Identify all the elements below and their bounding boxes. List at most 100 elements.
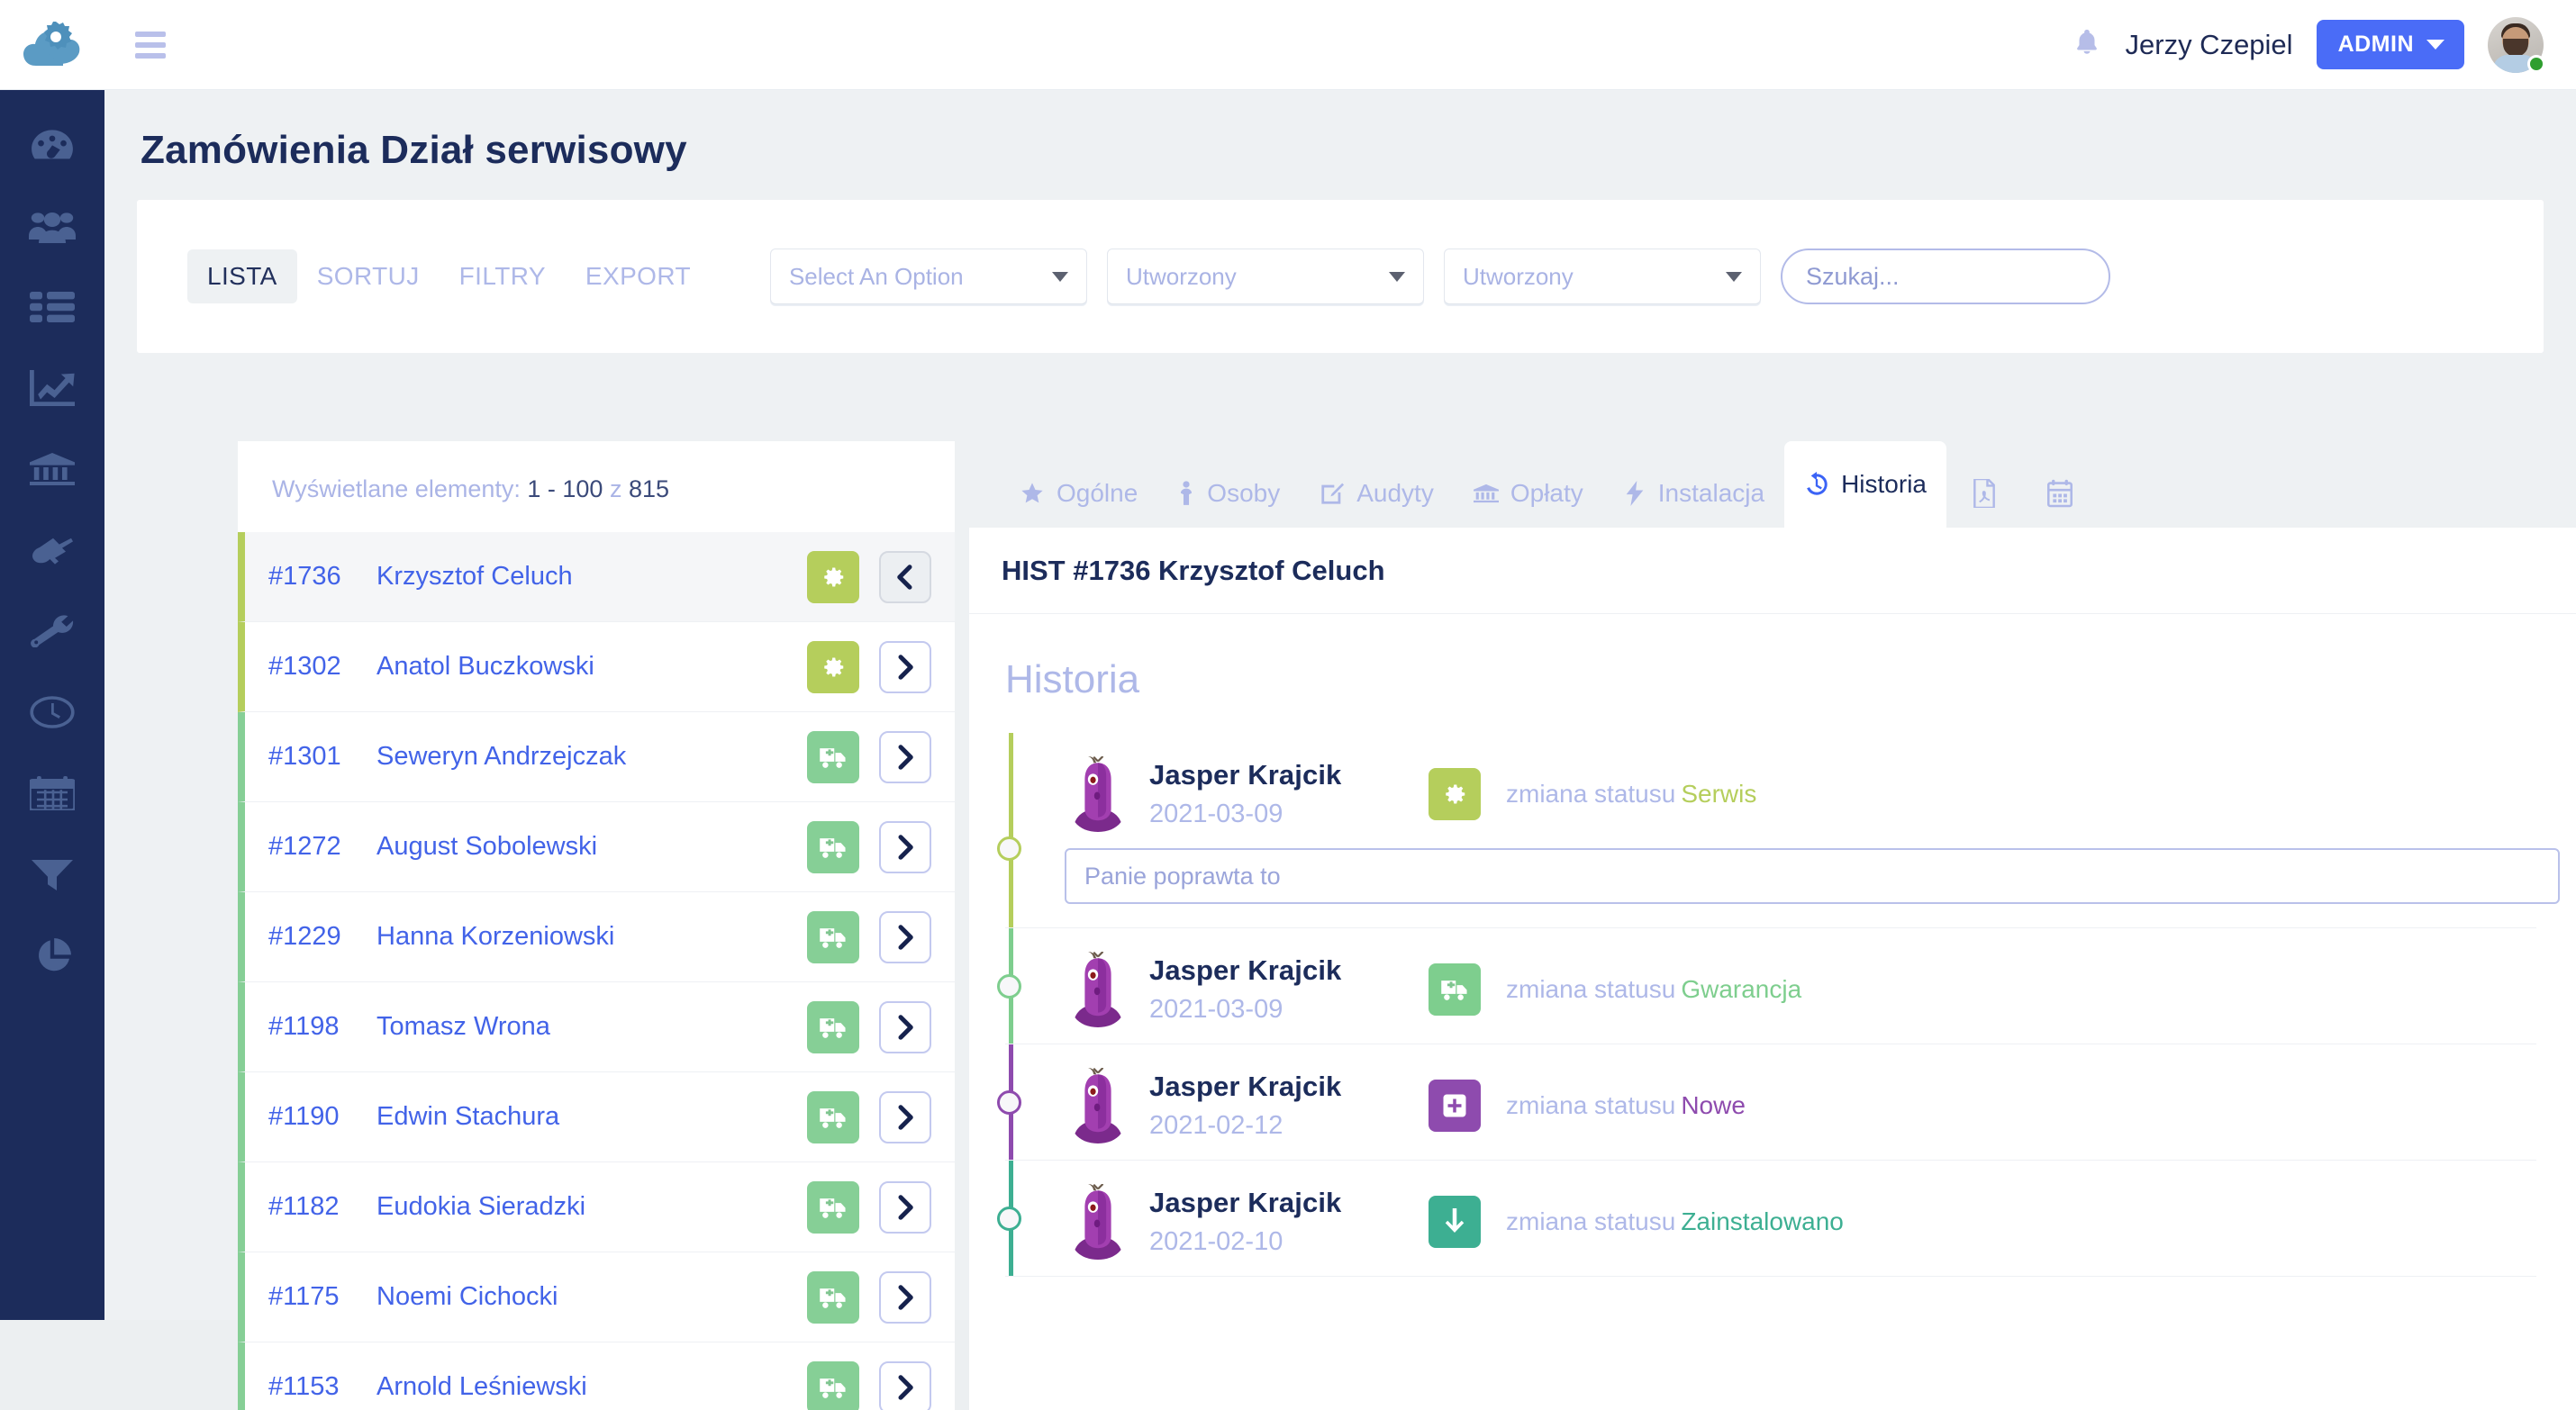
pdf-file-icon [1972,479,1997,508]
history-event-action: zmiana statusu [1506,975,1675,1003]
tab-instalacja[interactable]: Instalacja [1603,459,1784,528]
detail-tabbar: Ogólne Osoby Audyty Opłaty Instalacja Hi… [969,441,2576,528]
select-option-value: Select An Option [789,263,964,291]
history-event-date: 2021-03-09 [1149,800,1429,829]
tab-osoby[interactable]: Osoby [1157,459,1300,528]
row-actions [807,1271,955,1324]
history-comment-input[interactable] [1065,848,2560,904]
row-open-button[interactable] [879,1091,931,1143]
row-status-badge-ambulance-icon[interactable] [807,1091,859,1143]
table-row[interactable]: #1182Eudokia Sieradzki [238,1162,955,1252]
row-open-button[interactable] [879,1271,931,1324]
row-customer-name: Krzysztof Celuch [376,562,573,592]
bell-icon[interactable] [2072,26,2102,64]
row-status-badge-gear-icon[interactable] [807,641,859,693]
row-status-badge-ambulance-icon[interactable] [807,1271,859,1324]
admin-role-button[interactable]: ADMIN [2317,20,2464,69]
select-option-dropdown[interactable]: Select An Option [770,249,1087,304]
row-status-badge-ambulance-icon[interactable] [807,911,859,963]
avatar [1065,1184,1131,1260]
page-title: Zamówienia Dział serwisowy [104,90,2576,173]
history-event-user: Jasper Krajcik [1149,759,1429,791]
sidebar [0,90,104,1320]
sidebar-item-plug[interactable] [0,526,104,574]
row-open-button[interactable] [879,1001,931,1053]
row-open-button[interactable] [879,641,931,693]
list-count-sep: z [610,475,622,502]
sidebar-item-wrench[interactable] [0,607,104,655]
row-open-button[interactable] [879,731,931,783]
tab-oplaty[interactable]: Opłaty [1454,459,1603,528]
star-icon [1020,481,1045,506]
timeline-marker [997,1207,1021,1231]
sidebar-item-users[interactable] [0,202,104,250]
toolbar-tab-filtry[interactable]: FILTRY [440,249,566,303]
sidebar-item-reports[interactable] [0,364,104,412]
avatar [1065,1068,1131,1143]
avatar [1065,952,1131,1027]
table-row[interactable]: #1190Edwin Stachura [238,1072,955,1162]
row-order-id: #1198 [268,1012,376,1042]
sidebar-item-pie-chart[interactable] [0,931,104,980]
sidebar-item-filter[interactable] [0,850,104,899]
toolbar-tab-sortuj[interactable]: SORTUJ [297,249,440,303]
row-customer-name: Edwin Stachura [376,1102,559,1132]
history-event-user: Jasper Krajcik [1149,954,1429,987]
table-row[interactable]: #1198Tomasz Wrona [238,982,955,1072]
row-status-badge-gear-icon[interactable] [807,551,859,603]
chevron-down-icon [1726,272,1742,282]
sidebar-item-list[interactable] [0,283,104,331]
app-logo[interactable] [0,0,104,90]
tab-oplaty-label: Opłaty [1510,479,1583,508]
page-content: Zamówienia Dział serwisowy LISTA SORTUJ … [104,90,2576,1320]
history-event-status: Serwis [1681,780,1756,808]
row-customer-name: Hanna Korzeniowski [376,922,614,952]
status-badge [2527,55,2545,73]
toolbar-tab-lista[interactable]: LISTA [187,249,297,303]
timeline-marker [997,836,1021,861]
clock-icon [30,696,75,728]
history-event-row: Jasper Krajcik2021-02-12zmiana statusuNo… [1065,1044,2536,1160]
table-row[interactable]: #1272August Sobolewski [238,802,955,892]
sidebar-item-dashboard[interactable] [0,121,104,169]
tab-historia[interactable]: Historia [1784,441,1946,528]
table-row[interactable]: #1301Seweryn Andrzejczak [238,712,955,802]
toolbar-tab-export[interactable]: EXPORT [566,249,711,303]
row-customer-name: Noemi Cichocki [376,1282,558,1312]
hamburger-menu-icon[interactable] [135,32,166,59]
row-open-button[interactable] [879,911,931,963]
sidebar-item-calendar[interactable] [0,769,104,818]
row-status-badge-ambulance-icon[interactable] [807,1181,859,1234]
row-open-button[interactable] [879,1361,931,1410]
person-icon [1177,481,1195,506]
table-row[interactable]: #1736Krzysztof Celuch [238,532,955,622]
tab-pdf[interactable] [1946,459,2022,528]
row-status-badge-ambulance-icon[interactable] [807,1361,859,1410]
tab-ogolne[interactable]: Ogólne [1000,459,1157,528]
row-collapse-button[interactable] [879,551,931,603]
row-open-button[interactable] [879,821,931,873]
user-avatar-icon [1065,1184,1131,1260]
row-status-badge-ambulance-icon[interactable] [807,1001,859,1053]
row-status-badge-ambulance-icon[interactable] [807,821,859,873]
avatar[interactable] [2488,17,2544,73]
user-avatar-icon [1065,1068,1131,1143]
sidebar-item-clock[interactable] [0,688,104,737]
select-created-from-dropdown[interactable]: Utworzony [1107,249,1424,304]
tab-ogolne-label: Ogólne [1057,479,1138,508]
row-open-button[interactable] [879,1181,931,1234]
search-input[interactable] [1781,249,2110,304]
row-status-badge-ambulance-icon[interactable] [807,731,859,783]
select-created-to-dropdown[interactable]: Utworzony [1444,249,1761,304]
table-row[interactable]: #1175Noemi Cichocki [238,1252,955,1342]
sidebar-item-bank[interactable] [0,445,104,493]
avatar [1065,756,1131,832]
tab-audyty[interactable]: Audyty [1300,459,1454,528]
table-row[interactable]: #1229Hanna Korzeniowski [238,892,955,982]
table-row[interactable]: #1302Anatol Buczkowski [238,622,955,712]
bolt-icon [1623,481,1646,506]
tab-calendar[interactable] [2022,459,2098,528]
table-row[interactable]: #1153Arnold Leśniewski [238,1342,955,1410]
history-event-meta: Jasper Krajcik 2021-03-09 [1149,759,1429,829]
header-actions: Jerzy Czepiel ADMIN [2072,17,2576,73]
